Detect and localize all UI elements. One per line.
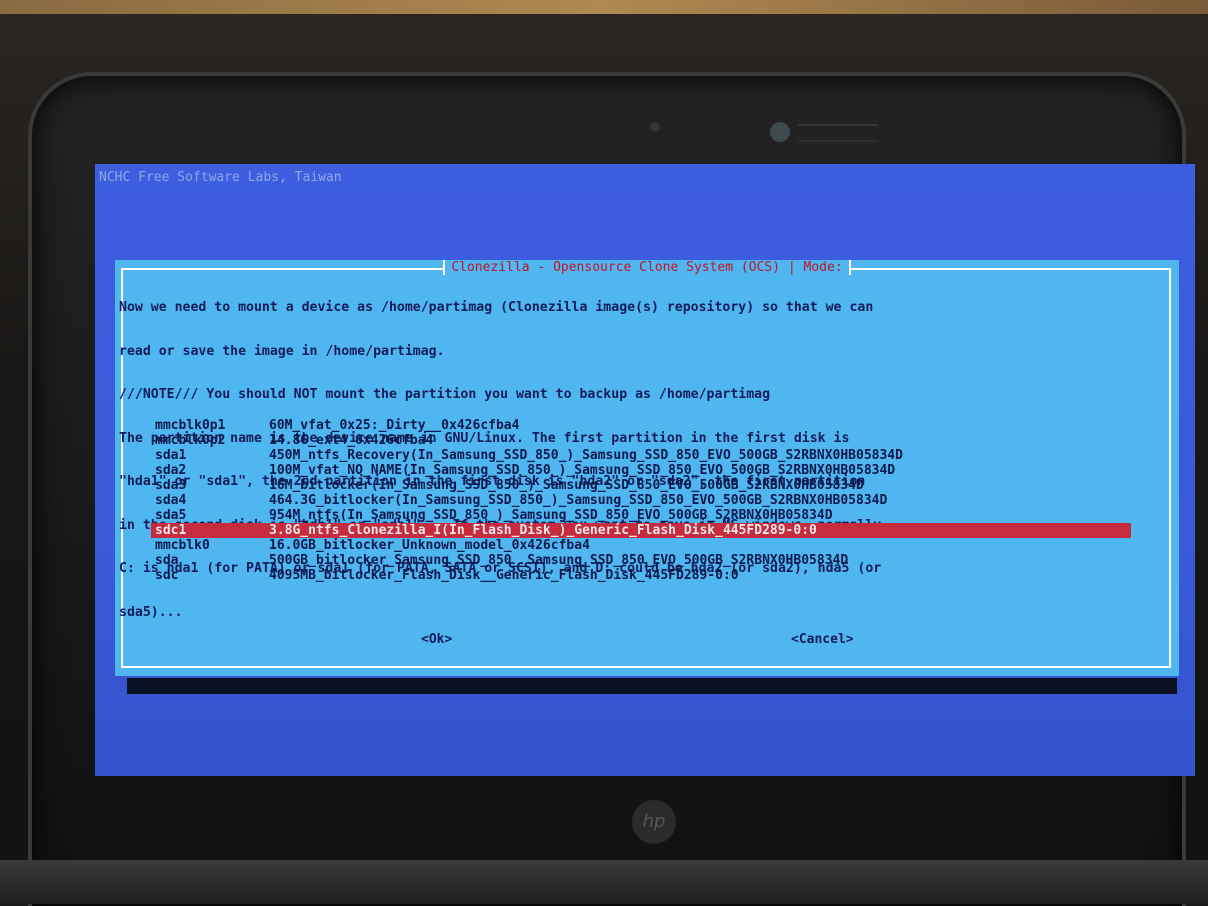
device-option-sdc[interactable]: sdc 4095MB_bitlocker_Flash_Disk__Generic_… <box>151 568 1131 583</box>
device-option-mmcblk0p2[interactable]: mmcblk0p2 14.8G_ext4_0x426cfba4 <box>151 433 1131 448</box>
device-description: 16M_bitlocker(In_Samsung_SSD_850_)_Samsu… <box>269 478 864 493</box>
hp-logo-icon: hp <box>632 800 676 844</box>
device-list: mmcblk0p1 60M_vfat_0x25:_Dirty__0x426cfba… <box>151 418 1131 583</box>
device-description: 450M_ntfs_Recovery(In_Samsung_SSD_850_)_… <box>269 448 903 463</box>
terminal-screen: NCHC Free Software Labs, Taiwan Clonezil… <box>95 164 1195 776</box>
device-option-sdc1-selected[interactable]: sdc1 3.8G_ntfs_Clonezilla_I(In_Flash_Disk… <box>151 523 1131 538</box>
device-option-sda3[interactable]: sda3 16M_bitlocker(In_Samsung_SSD_850_)_S… <box>151 478 1131 493</box>
shelf-edge <box>0 0 1208 14</box>
webcam-icon <box>650 122 660 132</box>
device-name: sdc1 <box>155 523 187 538</box>
device-option-sda1[interactable]: sda1 450M_ntfs_Recovery(In_Samsung_SSD_85… <box>151 448 1131 463</box>
device-name: sda3 <box>155 478 187 493</box>
ok-button[interactable]: <Ok> <box>421 632 452 647</box>
camera-app-overlay <box>798 124 878 142</box>
camera-app-icon <box>770 122 790 142</box>
device-option-sda2[interactable]: sda2 100M_vfat_NO_NAME(In_Samsung_SSD_850… <box>151 463 1131 478</box>
device-description: 16.0GB_bitlocker_Unknown_model_0x426cfba… <box>269 538 590 553</box>
device-name: mmcblk0p2 <box>155 433 226 448</box>
device-description: 60M_vfat_0x25:_Dirty__0x426cfba4 <box>269 418 520 433</box>
device-option-mmcblk0[interactable]: mmcblk0 16.0GB_bitlocker_Unknown_model_0x… <box>151 538 1131 553</box>
message-line: sda5)... <box>119 604 183 620</box>
device-option-mmcblk0p1[interactable]: mmcblk0p1 60M_vfat_0x25:_Dirty__0x426cfba… <box>151 418 1131 433</box>
message-line: Now we need to mount a device as /home/p… <box>119 300 874 315</box>
device-description: 954M_ntfs(In_Samsung_SSD_850_)_Samsung_S… <box>269 508 833 523</box>
device-description: 14.8G_ext4_0x426cfba4 <box>269 433 434 448</box>
message-line: ///NOTE/// You should NOT mount the part… <box>119 387 771 402</box>
device-option-sda[interactable]: sda 500GB_bitlocker_Samsung_SSD_850__Sams… <box>151 553 1131 568</box>
dialog-shadow <box>127 678 1177 694</box>
device-description: 4095MB_bitlocker_Flash_Disk__Generic_Fla… <box>269 568 739 583</box>
device-option-sda4[interactable]: sda4 464.3G_bitlocker(In_Samsung_SSD_850_… <box>151 493 1131 508</box>
device-name: sda5 <box>155 508 187 523</box>
device-name: sda4 <box>155 493 187 508</box>
banner-text: NCHC Free Software Labs, Taiwan <box>99 170 342 185</box>
device-description: 500GB_bitlocker_Samsung_SSD_850__Samsung… <box>269 553 849 568</box>
device-description: 100M_vfat_NO_NAME(In_Samsung_SSD_850_)_S… <box>269 463 896 478</box>
device-description: 464.3G_bitlocker(In_Samsung_SSD_850_)_Sa… <box>269 493 888 508</box>
laptop-base <box>0 860 1208 904</box>
device-option-sda5[interactable]: sda5 954M_ntfs(In_Samsung_SSD_850_)_Samsu… <box>151 508 1131 523</box>
device-name: mmcblk0p1 <box>155 418 226 433</box>
device-description: 3.8G_ntfs_Clonezilla_I(In_Flash_Disk_)_G… <box>269 523 817 538</box>
cancel-button[interactable]: <Cancel> <box>791 632 854 647</box>
device-name: sdc <box>155 568 179 583</box>
message-line: read or save the image in /home/partimag… <box>119 343 445 359</box>
mount-dialog: Clonezilla - Opensource Clone System (OC… <box>115 260 1179 676</box>
device-name: sda2 <box>155 463 187 478</box>
device-name: mmcblk0 <box>155 538 210 553</box>
device-name: sda <box>155 553 179 568</box>
device-name: sda1 <box>155 448 187 463</box>
